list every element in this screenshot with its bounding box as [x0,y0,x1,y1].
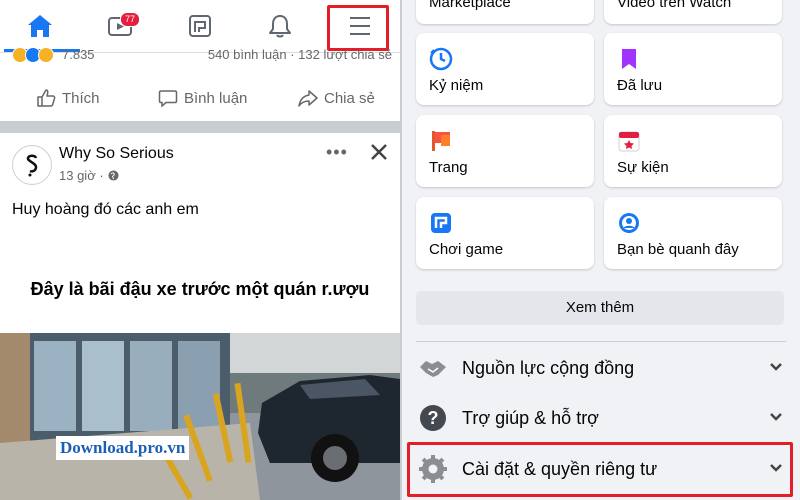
flag-icon [432,131,450,151]
comment-bubble-icon [158,90,178,108]
hide-post-button[interactable] [370,141,388,167]
shortcut-label: Trang [429,159,468,176]
marketplace-icon [189,15,211,37]
menu-row-community-resources[interactable]: Nguồn lực cộng đồng [402,345,800,391]
reaction-icons [12,47,54,63]
watch-notification-badge: 77 [120,12,141,27]
post-timestamp[interactable]: 13 giờ · [59,168,119,183]
shortcut-marketplace[interactable]: Marketplace [416,0,594,24]
like-button[interactable]: Thích [36,88,100,108]
shortcut-watch[interactable]: Video trên Watch [604,0,782,24]
comments-shares-count[interactable]: 540 bình luận · 132 lượt chia sẻ [208,47,392,62]
page-avatar[interactable] [12,145,52,185]
more-dots-icon: ••• [326,142,348,162]
feed-panel: 77 7.835 540 bình luận · 132 lượt chia s… [0,0,400,500]
share-arrow-icon [298,90,318,107]
like-label: Thích [62,89,100,107]
menu-panel: Marketplace Video trên Watch Kỷ niệm Đã … [402,0,800,500]
shortcut-saved[interactable]: Đã lưu [604,33,782,105]
shortcut-nearby-friends[interactable]: Bạn bè quanh đây [604,197,782,269]
sad-reaction-icon [38,47,54,63]
gaming-icon [431,213,451,233]
bell-icon [269,15,291,38]
share-button[interactable]: Chia sẻ [298,88,375,108]
shortcut-label: Marketplace [429,0,511,11]
bookmark-icon [622,49,636,69]
menu-row-label: Nguồn lực cộng đồng [462,358,635,378]
post-photo[interactable] [0,333,400,500]
watermark-text: Download.pro.vn [56,436,190,460]
post-image-caption: Đây là bãi đậu xe trước một quán r.ượu [30,279,370,299]
shortcut-label: Kỷ niệm [429,77,484,94]
chevron-down-icon [770,413,782,421]
section-divider [416,341,786,342]
settings-highlight-box [407,442,793,497]
post-time-text: 13 giờ · [59,168,104,183]
shortcut-label: Đã lưu [617,77,663,94]
close-icon [371,144,387,160]
post-actions-bar: Thích Bình luận Chia sẻ [0,78,400,120]
help-icon: ? [420,405,446,431]
parking-lot-photo [0,333,400,500]
post-text: Huy hoàng đó các anh em [12,201,199,218]
handshake-icon [420,361,446,377]
share-label: Chia sẻ [324,89,375,107]
comment-button[interactable]: Bình luận [158,88,247,108]
nearby-friends-icon [619,213,639,233]
shortcut-label: Sự kiện [617,159,669,176]
calendar-icon [618,131,640,152]
post-author[interactable]: Why So Serious [59,145,174,163]
shortcut-pages[interactable]: Trang [416,115,594,187]
shortcut-memories[interactable]: Kỷ niệm [416,33,594,105]
svg-text:?: ? [428,408,439,428]
shortcut-events[interactable]: Sự kiện [604,115,782,187]
chevron-down-icon [770,363,782,371]
comment-label: Bình luận [184,89,248,107]
clock-icon [429,47,453,71]
feed-divider [0,121,400,133]
post-stats: 7.835 540 bình luận · 132 lượt chia sẻ [12,45,392,65]
shortcut-label: Chơi game [429,241,504,258]
shortcut-label: Video trên Watch [617,0,732,11]
shortcut-label: Bạn bè quanh đây [617,241,739,258]
globe-icon [108,170,119,181]
reaction-count[interactable]: 7.835 [62,47,95,62]
shortcut-gaming[interactable]: Chơi game [416,197,594,269]
menu-row-label: Trợ giúp & hỗ trợ [462,408,599,428]
see-more-button[interactable]: Xem thêm [416,291,784,325]
thumbs-up-icon [37,89,56,107]
post-options-button[interactable]: ••• [326,142,348,163]
avatar-glyph-icon [26,154,38,177]
menu-row-help-support[interactable]: ? Trợ giúp & hỗ trợ [402,395,800,441]
home-icon [28,15,52,37]
